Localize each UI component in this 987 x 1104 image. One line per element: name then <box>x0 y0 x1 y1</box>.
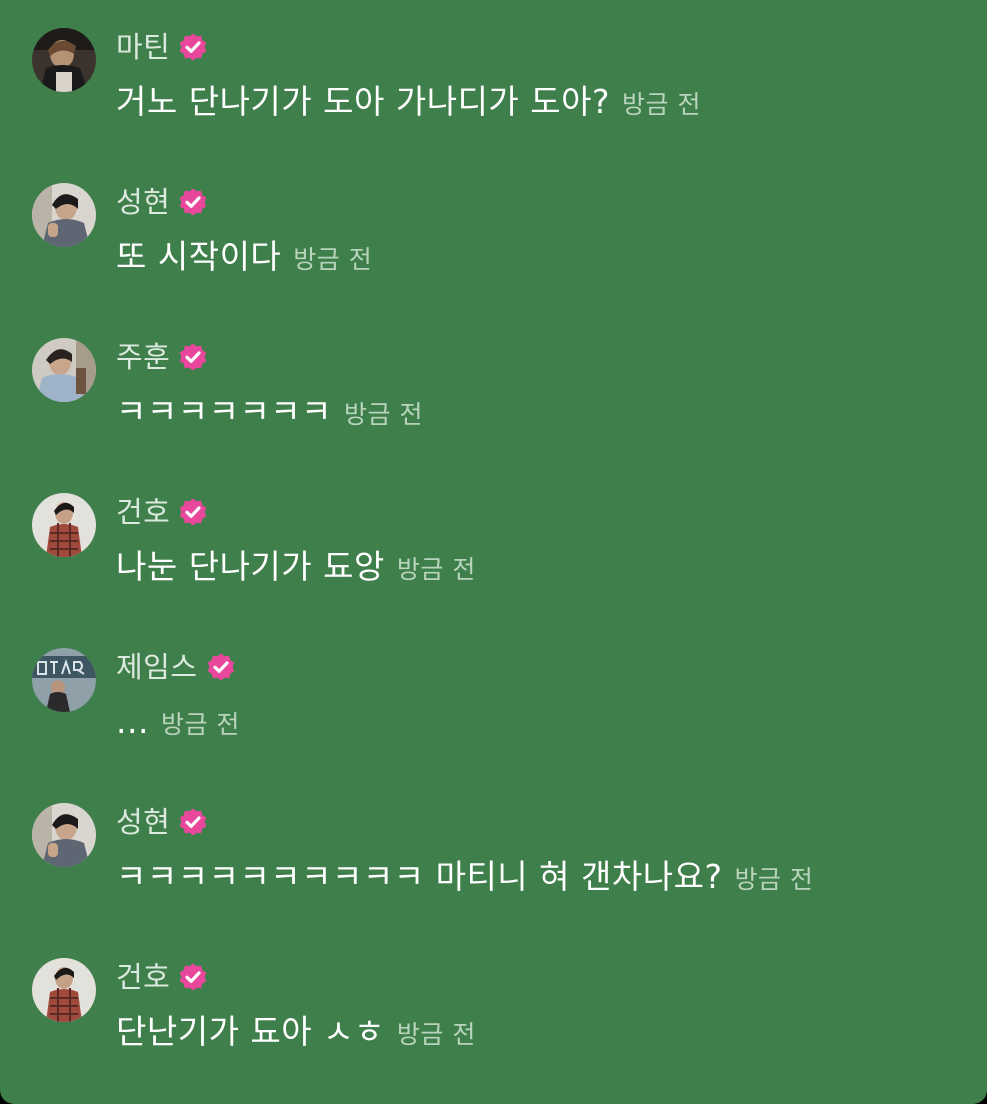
avatar-photo <box>32 958 96 1022</box>
verified-badge-icon <box>178 342 208 372</box>
avatar-photo <box>32 803 96 867</box>
user-name[interactable]: 성현 <box>116 183 170 221</box>
avatar[interactable] <box>32 648 96 712</box>
avatar-photo <box>32 28 96 92</box>
verified-badge-icon <box>178 807 208 837</box>
message-text: ㅋㅋㅋㅋㅋㅋㅋ <box>116 392 333 431</box>
chat-message: 주훈 ㅋㅋㅋㅋㅋㅋㅋ 방금 전 <box>32 338 962 448</box>
verified-badge-icon <box>206 652 236 682</box>
message-timestamp: 방금 전 <box>160 710 240 739</box>
avatar-photo <box>32 493 96 557</box>
message-timestamp: 방금 전 <box>344 400 423 429</box>
chat-message: 제임스 ... 방금 전 <box>32 648 962 758</box>
verified-badge-icon <box>178 962 208 992</box>
avatar-photo <box>32 648 96 712</box>
verified-badge-icon <box>178 187 208 217</box>
message-text: 나눈 단나기가 됴앙 <box>116 547 385 586</box>
verified-badge-icon <box>178 32 208 62</box>
chat-message: 건호 단난기가 됴아 ㅅㅎ 방금 전 <box>32 958 962 1068</box>
user-name[interactable]: 건호 <box>116 958 170 996</box>
message-text: 단난기가 됴아 ㅅㅎ <box>116 1012 385 1051</box>
message-text: 거노 단나기가 도아 가나디가 도아? <box>116 82 611 121</box>
chat-message: 건호 나눈 단나기가 됴앙 방금 전 <box>32 493 962 603</box>
chat-message: 마틴 거노 단나기가 도아 가나디가 도아? 방금 전 <box>32 28 962 138</box>
avatar-photo <box>32 183 96 247</box>
user-name[interactable]: 성현 <box>116 803 170 841</box>
user-name[interactable]: 제임스 <box>116 648 198 686</box>
chat-message: 성현 ㅋㅋㅋㅋㅋㅋㅋㅋㅋㅋ 마티니 혀 갠차나요? 방금 전 <box>32 803 962 913</box>
avatar[interactable] <box>32 28 96 92</box>
user-name[interactable]: 마틴 <box>116 28 170 66</box>
message-timestamp: 방금 전 <box>293 245 373 274</box>
message-text: ㅋㅋㅋㅋㅋㅋㅋㅋㅋㅋ 마티니 혀 갠차나요? <box>116 857 723 896</box>
avatar[interactable] <box>32 338 96 402</box>
message-timestamp: 방금 전 <box>396 555 476 584</box>
message-timestamp: 방금 전 <box>622 90 701 119</box>
message-timestamp: 방금 전 <box>734 865 814 894</box>
avatar[interactable] <box>32 183 96 247</box>
message-timestamp: 방금 전 <box>396 1020 476 1049</box>
message-text: 또 시작이다 <box>116 237 282 276</box>
chat-message: 성현 또 시작이다 방금 전 <box>32 183 962 293</box>
avatar[interactable] <box>32 958 96 1022</box>
user-name[interactable]: 주훈 <box>116 338 170 376</box>
user-name[interactable]: 건호 <box>116 493 170 531</box>
avatar-photo <box>32 338 96 402</box>
message-text: ... <box>116 702 149 741</box>
verified-badge-icon <box>178 497 208 527</box>
avatar[interactable] <box>32 493 96 557</box>
chat-panel: 마틴 거노 단나기가 도아 가나디가 도아? 방금 전 성현 또 시작이다 방금… <box>0 0 987 1104</box>
avatar[interactable] <box>32 803 96 867</box>
